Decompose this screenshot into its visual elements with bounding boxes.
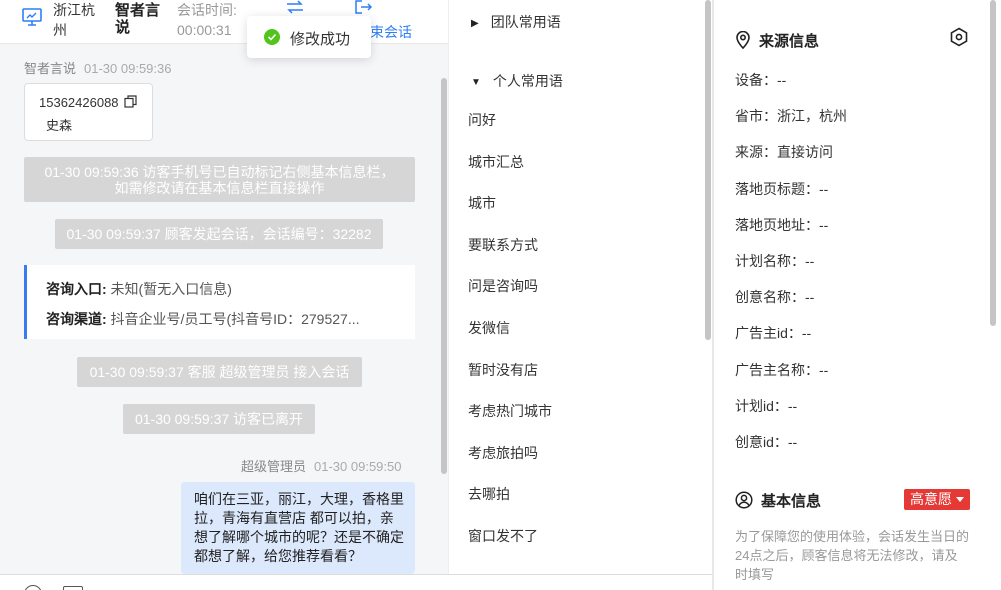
consult-info-card: 咨询入口: 未知(暂无入口信息) 咨询渠道: 抖音企业号/员工号(抖音号ID：2…: [24, 265, 415, 339]
agent-name: 超级管理员: [241, 459, 307, 474]
phrase-item[interactable]: 发微信: [468, 308, 698, 350]
phrase-item[interactable]: 问好: [468, 100, 698, 142]
consult-entry-value: 未知(暂无入口信息): [106, 281, 232, 297]
personal-phrases-group[interactable]: ▼ 个人常用语: [471, 71, 563, 91]
basic-info-title: 基本信息: [735, 490, 821, 511]
folder-icon[interactable]: [63, 586, 83, 590]
phrase-item[interactable]: 考虑旅拍吗: [468, 433, 698, 475]
system-message: 01-30 09:59:37 客服 超级管理员 接入会话: [77, 357, 362, 387]
field-landing-title: 落地页标题：--: [735, 180, 829, 197]
success-toast: 修改成功: [247, 16, 371, 58]
customer-info-panel: 来源信息 设备：-- 省市：浙江，杭州 来源：直接访问 落地页标题：-- 落地页…: [714, 0, 1001, 590]
check-circle-icon: [264, 29, 280, 45]
monitor-icon: [22, 8, 42, 26]
system-message: 01-30 09:59:36 访客手机号已自动标记右侧基本信息栏，如需修改请在基…: [24, 157, 415, 202]
phrase-item[interactable]: 去哪拍: [468, 474, 698, 516]
app-root: 浙江杭州 智者言说 会话时间: 00:00:31 束会话 修改成功 智者言说 01…: [0, 0, 1001, 590]
info-scrollbar[interactable]: [990, 0, 996, 326]
system-message: 01-30 09:59:37 访客已离开: [123, 404, 315, 434]
common-phrases-panel: ▶ 团队常用语 ▼ 个人常用语 问好 城市汇总 城市 要联系方式 问是咨询吗 发微信…: [448, 0, 712, 574]
transfer-icon[interactable]: [285, 0, 305, 14]
group-label: 个人常用语: [492, 73, 563, 89]
field-device: 设备：--: [735, 72, 787, 88]
source-fields: 设备：-- 省市：浙江，杭州 来源：直接访问 落地页标题：-- 落地页地址：--…: [735, 72, 847, 470]
settings-icon[interactable]: [949, 27, 969, 47]
field-province-city: 省市：浙江，杭州: [735, 108, 847, 125]
field-advertiser-name: 广告主名称：--: [735, 361, 829, 378]
team-phrases-group[interactable]: ▶ 团队常用语: [471, 12, 561, 32]
phrase-item[interactable]: 要联系方式: [468, 225, 698, 267]
chat-panel: 浙江杭州 智者言说 会话时间: 00:00:31 束会话 修改成功 智者言说 01…: [0, 0, 448, 590]
phrase-item[interactable]: 城市汇总: [468, 142, 698, 184]
visitor-location: 浙江杭州: [53, 2, 95, 38]
toast-message: 修改成功: [290, 31, 351, 48]
field-plan-name: 计划名称：--: [735, 252, 815, 269]
phrases-scrollbar[interactable]: [705, 0, 711, 340]
sender-name: 智者言说: [24, 61, 77, 76]
visitor-message-meta: 智者言说 01-30 09:59:36: [24, 58, 171, 77]
phrase-item[interactable]: 城市: [468, 183, 698, 225]
session-time-value: 00:00:31: [177, 22, 232, 38]
chat-scrollbar[interactable]: [441, 78, 447, 474]
caret-down-icon: [956, 497, 964, 502]
field-creative-id: 创意id：--: [735, 433, 798, 450]
phrase-item[interactable]: 考虑热门城市: [468, 391, 698, 433]
consult-entry-row: 咨询入口: 未知(暂无入口信息): [46, 279, 232, 299]
intent-level-dropdown[interactable]: 高意愿: [904, 489, 970, 510]
phrase-item[interactable]: 窗口发不了: [468, 516, 698, 558]
chat-header: 浙江杭州 智者言说 会话时间: 00:00:31 束会话: [0, 0, 448, 44]
end-session-button[interactable]: 束会话: [370, 22, 412, 42]
consult-channel-row: 咨询渠道: 抖音企业号/员工号(抖音号ID：279527...: [46, 309, 360, 329]
system-message: 01-30 09:59:37 顾客发起会话，会话编号：32282: [55, 219, 383, 249]
intent-level-value: 高意愿: [910, 491, 952, 507]
message-time: 01-30 09:59:36: [84, 61, 172, 76]
emoji-icon[interactable]: [24, 585, 42, 590]
phrase-item[interactable]: 问是咨询吗: [468, 266, 698, 308]
field-creative-name: 创意名称：--: [735, 289, 815, 306]
edit-notice: 为了保障您的使用体验，会话发生当日的24点之后，顾客信息将无法修改，请及时填写: [735, 529, 970, 582]
field-plan-id: 计划id：--: [735, 397, 798, 414]
source-info-title: 来源信息: [735, 30, 819, 51]
phone-alias: 史森: [46, 118, 73, 133]
phone-card: 15362426088 史森: [24, 83, 153, 141]
section-label: 基本信息: [761, 493, 822, 510]
group-label: 团队常用语: [490, 14, 561, 30]
phrase-list: 问好 城市汇总 城市 要联系方式 问是咨询吗 发微信 暂时没有店 考虑热门城市 …: [468, 100, 698, 558]
agent-message-meta: 超级管理员 01-30 09:59:50: [241, 456, 401, 475]
visitor-name: 智者言说: [115, 2, 161, 36]
location-pin-icon: [736, 31, 750, 49]
field-landing-url: 落地页地址：--: [735, 216, 829, 233]
agent-message-bubble: 咱们在三亚，丽江，大理，香格里拉，青海有直营店 都可以拍，亲想了解哪个城市的呢？…: [181, 482, 415, 574]
section-label: 来源信息: [759, 33, 820, 50]
end-session-icon[interactable]: [354, 0, 372, 14]
input-toolbar: [0, 574, 712, 590]
session-time-label: 会话时间:: [177, 2, 237, 18]
consult-entry-label: 咨询入口:: [46, 281, 107, 297]
field-source: 来源：直接访问: [735, 144, 833, 161]
caret-right-icon: ▶: [471, 18, 479, 29]
consult-channel-label: 咨询渠道:: [46, 311, 107, 327]
message-time: 01-30 09:59:50: [314, 459, 402, 474]
phrase-item[interactable]: 暂时没有店: [468, 350, 698, 392]
phone-number: 15362426088: [39, 95, 119, 110]
copy-icon[interactable]: [124, 95, 137, 108]
consult-channel-value: 抖音企业号/员工号(抖音号ID：279527...: [106, 311, 360, 327]
caret-down-icon: ▼: [471, 77, 481, 88]
field-advertiser-id: 广告主id：--: [735, 325, 812, 342]
user-circle-icon: [735, 491, 753, 509]
